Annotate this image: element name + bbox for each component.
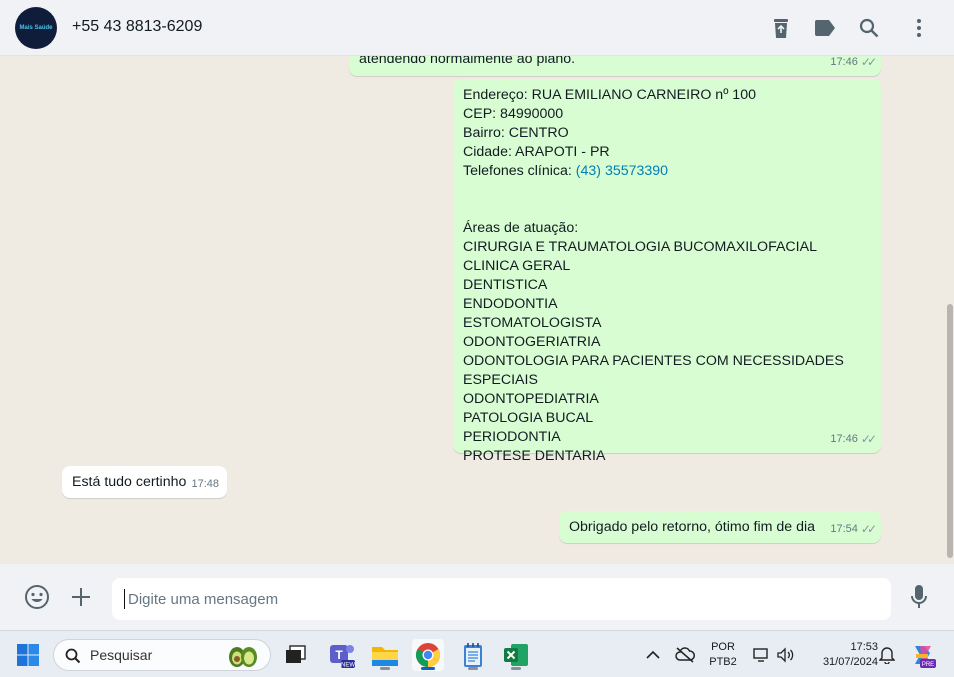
message-body: Endereço: RUA EMILIANO CARNEIRO nº 100 C…: [463, 86, 881, 466]
chat-header: Mais Saúde +55 43 8813-6209: [0, 0, 954, 56]
task-view-icon[interactable]: [280, 639, 312, 671]
avatar[interactable]: Mais Saúde: [15, 7, 57, 49]
svg-text:PRE: PRE: [922, 662, 934, 668]
message-input-placeholder: Digite uma mensagem: [128, 591, 279, 608]
avatar-logo-text: Mais Saúde: [19, 25, 53, 31]
copilot-icon[interactable]: PRE: [907, 639, 939, 671]
cep-line: CEP: 84990000: [463, 106, 564, 122]
notepad-icon[interactable]: [457, 639, 489, 671]
cidade-line: Cidade: ARAPOTI - PR: [463, 144, 610, 160]
excel-icon[interactable]: [500, 639, 532, 671]
message-text: Está tudo certinho: [72, 474, 187, 490]
contact-name[interactable]: +55 43 8813-6209: [72, 18, 202, 36]
message-time: 17:46: [830, 433, 858, 445]
windows-taskbar: Pesquisar T NEW POR PTB2 17:53 31/07/202…: [0, 630, 954, 677]
chevron-up-icon[interactable]: [637, 639, 669, 671]
search-icon[interactable]: [857, 16, 881, 40]
notification-bell-icon[interactable]: [871, 639, 903, 671]
message-text: Obrigado pelo retorno, ótimo fim de dia: [569, 519, 816, 535]
phone-line: Telefones clínica: (43) 35573390: [463, 162, 881, 181]
active-indicator: [421, 667, 435, 670]
message-incoming[interactable]: Está tudo certinho 17:48: [62, 466, 227, 498]
chat-area[interactable]: atendendo normalmente ao plano. 17:46 ✓✓ …: [0, 56, 954, 564]
chrome-icon[interactable]: [412, 639, 444, 671]
microphone-icon[interactable]: [906, 584, 932, 610]
read-ticks-icon: ✓✓: [860, 432, 877, 446]
cloud-offline-icon[interactable]: [669, 639, 701, 671]
svg-text:T: T: [335, 648, 343, 662]
scrollbar-thumb[interactable]: [947, 304, 953, 558]
chat-scrollbar[interactable]: [946, 56, 954, 564]
message-time: 17:54: [830, 523, 858, 535]
area-item: PATOLOGIA BUCAL: [463, 410, 594, 426]
emoji-icon[interactable]: [24, 584, 50, 610]
message-time: 17:46: [830, 56, 858, 68]
running-indicator: [468, 667, 478, 670]
avocado-icon: [229, 647, 257, 667]
message-meta: 17:48: [191, 475, 219, 494]
area-item: PROTESE DENTARIA: [463, 448, 606, 464]
phone-link[interactable]: (43) 35573390: [576, 163, 668, 179]
message-input[interactable]: Digite uma mensagem: [112, 578, 891, 620]
bairro-line: Bairro: CENTRO: [463, 125, 569, 141]
area-item: ODONTOGERIATRIA: [463, 334, 601, 350]
archive-icon[interactable]: [769, 16, 793, 40]
volume-icon[interactable]: [770, 639, 802, 671]
clock-time: 17:53: [850, 641, 878, 653]
language-indicator[interactable]: POR PTB2: [704, 640, 742, 670]
area-item: ENDODONTIA: [463, 296, 558, 312]
area-item: DENTISTICA: [463, 277, 548, 293]
area-item: ODONTOPEDIATRIA: [463, 391, 599, 407]
start-button[interactable]: [12, 639, 44, 671]
search-icon: [65, 648, 81, 664]
message-meta: 17:46 ✓✓: [830, 430, 877, 449]
running-indicator: [511, 667, 521, 670]
area-item: ODONTOLOGIA PARA PACIENTES COM NECESSIDA…: [463, 353, 844, 388]
message-outgoing[interactable]: Obrigado pelo retorno, ótimo fim de dia …: [559, 511, 881, 543]
message-meta: 17:46 ✓✓: [830, 56, 877, 72]
phone-label: Telefones clínica:: [463, 163, 576, 179]
keyboard-layout: PTB2: [709, 656, 737, 668]
area-item: CLINICA GERAL: [463, 258, 571, 274]
clock-date: 31/07/2024: [822, 656, 878, 668]
message-time: 17:48: [191, 478, 219, 490]
message-outgoing[interactable]: atendendo normalmente ao plano. 17:46 ✓✓: [349, 56, 881, 76]
running-indicator: [380, 667, 390, 670]
text-caret: [124, 589, 125, 609]
plus-icon[interactable]: [68, 584, 94, 610]
area-item: PERIODONTIA: [463, 429, 561, 445]
svg-text:NEW: NEW: [341, 663, 355, 669]
message-composer: Digite uma mensagem: [0, 564, 954, 630]
areas-title: Áreas de atuação:: [463, 220, 579, 236]
area-item: ESTOMATOLOGISTA: [463, 315, 602, 331]
whatsapp-window: Mais Saúde +55 43 8813-6209 atendendo no…: [0, 0, 954, 630]
language-code: POR: [711, 641, 735, 653]
address-line: Endereço: RUA EMILIANO CARNEIRO nº 100: [463, 87, 756, 103]
read-ticks-icon: ✓✓: [860, 522, 877, 536]
teams-icon[interactable]: T NEW: [326, 639, 358, 671]
file-explorer-icon[interactable]: [369, 639, 401, 671]
area-item: CIRURGIA E TRAUMATOLOGIA BUCOMAXILOFACIA…: [463, 239, 817, 255]
menu-icon[interactable]: [907, 16, 931, 40]
taskbar-search-placeholder: Pesquisar: [90, 647, 153, 663]
message-meta: 17:54 ✓✓: [830, 520, 877, 539]
clock[interactable]: 17:53 31/07/2024: [804, 640, 878, 670]
taskbar-search[interactable]: Pesquisar: [53, 639, 271, 671]
read-ticks-icon: ✓✓: [860, 56, 877, 69]
message-text: atendendo normalmente ao plano.: [359, 56, 576, 67]
message-outgoing[interactable]: Endereço: RUA EMILIANO CARNEIRO nº 100 C…: [453, 79, 881, 464]
label-icon[interactable]: [813, 16, 837, 40]
